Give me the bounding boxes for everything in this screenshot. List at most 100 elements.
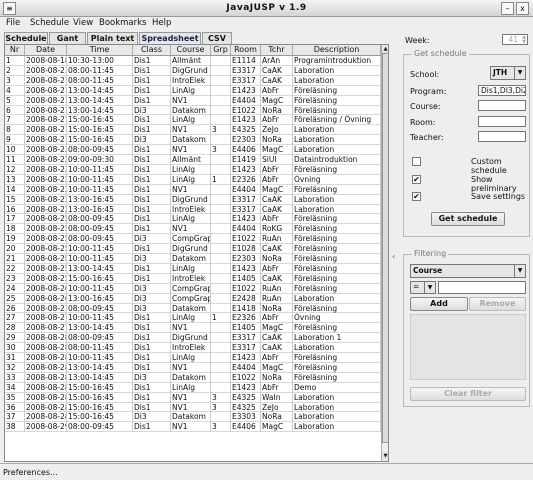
cell-description[interactable]: Föreläsning — [293, 273, 381, 284]
cell-course[interactable]: Datakom — [171, 105, 211, 116]
cell-tchr[interactable]: AbFr — [261, 164, 293, 175]
cell-room[interactable]: E1423 — [231, 214, 261, 225]
status-text[interactable]: Preferences... — [3, 468, 58, 477]
cell-time[interactable]: 15:00-16:45 — [67, 125, 133, 136]
cell-course[interactable]: CompGraph — [171, 293, 211, 304]
cell-date[interactable]: 2008-08-29 — [25, 422, 67, 433]
cell-nr[interactable]: 33 — [5, 372, 25, 383]
cell-description[interactable]: Föreläsning — [293, 164, 381, 175]
menu-bookmarks[interactable]: Bookmarks — [99, 18, 147, 28]
chevron-down-icon[interactable]: ▼ — [424, 282, 435, 293]
cell-room[interactable]: E1114 — [231, 56, 261, 66]
cell-tchr[interactable]: CaAK — [261, 65, 293, 76]
cell-class[interactable]: Dis1 — [133, 164, 171, 175]
cell-class[interactable]: Dis1 — [133, 95, 171, 106]
cell-course[interactable]: Datakom — [171, 412, 211, 423]
cell-class[interactable]: Dis1 — [133, 214, 171, 225]
cell-class[interactable]: Dis1 — [133, 392, 171, 403]
cell-time[interactable]: 15:00-16:45 — [67, 392, 133, 403]
cell-date[interactable]: 2008-08-26 — [25, 293, 67, 304]
cell-grp[interactable] — [211, 204, 231, 215]
cell-date[interactable]: 2008-08-21 — [25, 95, 67, 106]
cell-time[interactable]: 10:00-11:45 — [67, 254, 133, 264]
cell-description[interactable]: Övning — [293, 174, 381, 185]
cell-description[interactable]: Programintroduktion — [293, 56, 381, 66]
filter-operator-select[interactable]: = ▼ — [410, 281, 436, 294]
cell-date[interactable]: 2008-08-27 — [25, 323, 67, 334]
cell-course[interactable]: DigGrund — [171, 244, 211, 255]
cell-description[interactable]: Laboration — [293, 135, 381, 146]
cell-room[interactable]: E4404 — [231, 95, 261, 106]
cell-grp[interactable] — [211, 214, 231, 225]
cell-class[interactable]: Di3 — [133, 303, 171, 314]
cell-tchr[interactable]: CaAK — [261, 273, 293, 284]
cell-grp[interactable]: 3 — [211, 392, 231, 403]
cell-room[interactable]: E3317 — [231, 65, 261, 76]
cell-date[interactable]: 2008-08-22 — [25, 194, 67, 205]
cell-tchr[interactable]: NoRa — [261, 105, 293, 116]
cell-room[interactable]: E2428 — [231, 293, 261, 304]
cell-grp[interactable] — [211, 323, 231, 334]
cell-tchr[interactable]: AbFr — [261, 353, 293, 363]
cell-tchr[interactable]: RoKG — [261, 224, 293, 235]
save-settings-checkbox[interactable]: ✔ — [412, 192, 421, 201]
cell-description[interactable]: Föreläsning — [293, 184, 381, 195]
cell-tchr[interactable]: ZeJo — [261, 402, 293, 413]
cell-grp[interactable] — [211, 164, 231, 175]
cell-room[interactable]: E1423 — [231, 382, 261, 393]
cell-course[interactable]: DigGrund — [171, 333, 211, 344]
cell-course[interactable]: LinAlg — [171, 263, 211, 274]
cell-nr[interactable]: 2 — [5, 65, 25, 76]
cell-grp[interactable] — [211, 283, 231, 294]
cell-description[interactable]: Föreläsning — [293, 95, 381, 106]
cell-description[interactable]: Föreläsning — [293, 105, 381, 116]
cell-room[interactable]: E1423 — [231, 115, 261, 126]
cell-description[interactable]: Demo — [293, 382, 381, 393]
cell-course[interactable]: NV1 — [171, 392, 211, 403]
cell-nr[interactable]: 9 — [5, 135, 25, 146]
cell-date[interactable]: 2008-08-21 — [25, 85, 67, 96]
cell-course[interactable]: LinAlg — [171, 115, 211, 126]
cell-room[interactable]: E2326 — [231, 174, 261, 185]
cell-course[interactable]: Datakom — [171, 254, 211, 264]
cell-class[interactable]: Dis1 — [133, 224, 171, 235]
menu-help[interactable]: Help — [152, 18, 171, 28]
cell-course[interactable]: NV1 — [171, 422, 211, 433]
cell-time[interactable]: 10:00-11:45 — [67, 164, 133, 175]
cell-tchr[interactable]: AbFr — [261, 214, 293, 225]
cell-course[interactable]: LinAlg — [171, 174, 211, 185]
cell-course[interactable]: CompGraph — [171, 234, 211, 245]
menu-view[interactable]: View — [73, 18, 93, 28]
cell-time[interactable]: 08:00-09:45 — [67, 214, 133, 225]
cell-class[interactable]: Dis1 — [133, 204, 171, 215]
cell-tchr[interactable]: MagC — [261, 95, 293, 106]
cell-nr[interactable]: 37 — [5, 412, 25, 423]
cell-description[interactable]: Laboration — [293, 65, 381, 76]
cell-date[interactable]: 2008-08-22 — [25, 204, 67, 215]
cell-class[interactable]: Di3 — [133, 372, 171, 383]
tab-schedule[interactable]: Schedule — [4, 32, 48, 44]
cell-grp[interactable] — [211, 65, 231, 76]
cell-date[interactable]: 2008-08-28 — [25, 392, 67, 403]
cell-room[interactable]: E1405 — [231, 273, 261, 284]
cell-class[interactable]: Di3 — [133, 283, 171, 294]
column-header-time[interactable]: Time — [67, 45, 133, 56]
cell-course[interactable]: LinAlg — [171, 85, 211, 96]
cell-grp[interactable] — [211, 382, 231, 393]
clear-filter-button[interactable]: Clear filter — [410, 387, 526, 401]
cell-course[interactable]: Datakom — [171, 303, 211, 314]
cell-class[interactable]: Dis1 — [133, 125, 171, 136]
cell-time[interactable]: 10:00-11:45 — [67, 244, 133, 255]
column-header-tchr[interactable]: Tchr — [261, 45, 293, 56]
cell-course[interactable]: NV1 — [171, 362, 211, 373]
cell-date[interactable]: 2008-08-25 — [25, 263, 67, 274]
course-field[interactable] — [478, 100, 526, 111]
cell-course[interactable]: LinAlg — [171, 164, 211, 175]
cell-class[interactable]: Dis1 — [133, 115, 171, 126]
column-header-room[interactable]: Room — [231, 45, 261, 56]
cell-grp[interactable] — [211, 75, 231, 86]
cell-grp[interactable]: 1 — [211, 313, 231, 324]
cell-time[interactable]: 15:00-16:45 — [67, 412, 133, 423]
cell-class[interactable]: Dis1 — [133, 422, 171, 433]
cell-tchr[interactable]: SiUI — [261, 155, 293, 165]
